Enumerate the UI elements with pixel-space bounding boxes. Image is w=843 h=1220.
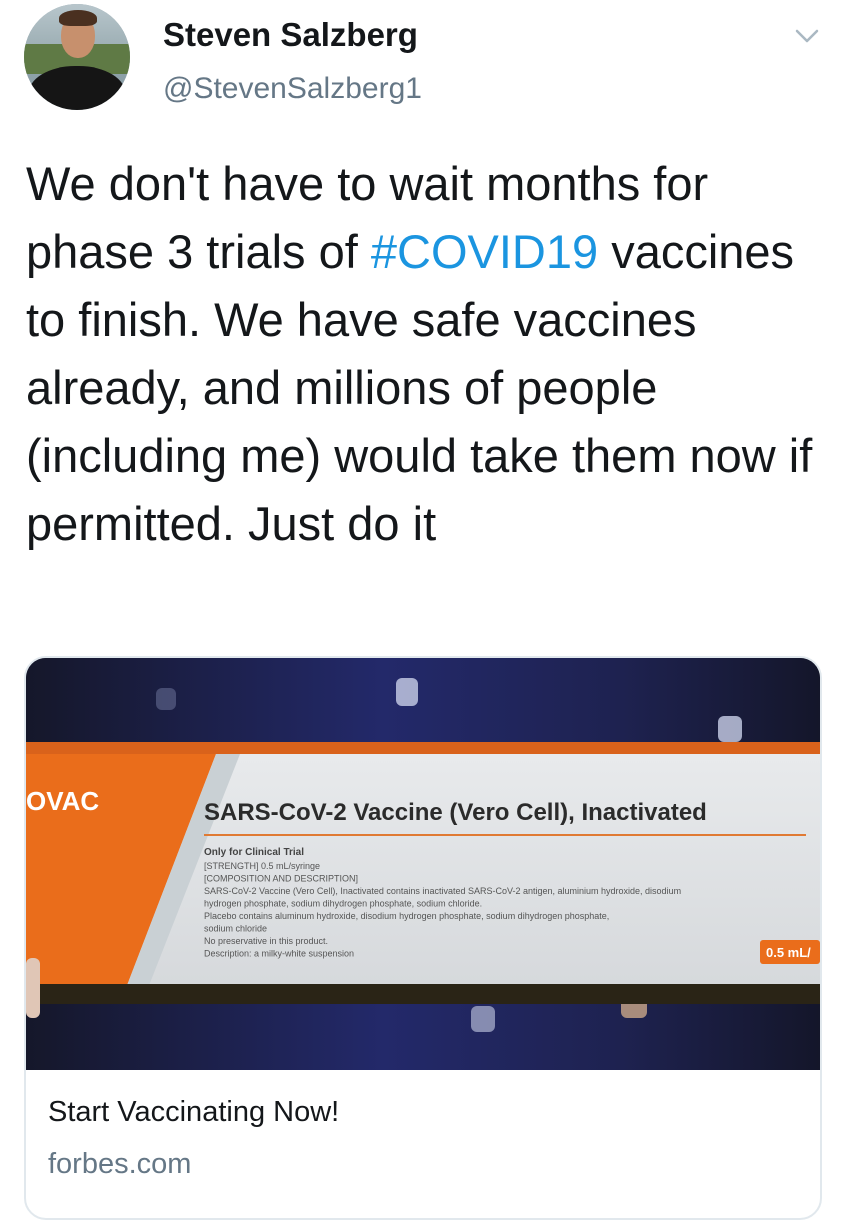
box-brand: OVAC — [26, 786, 99, 816]
box-text-line: SARS-CoV-2 Vaccine (Vero Cell), Inactiva… — [204, 886, 681, 896]
tweet-text: We don't have to wait months for phase 3… — [26, 150, 826, 558]
vaccine-box-photo: OVAC SARS-CoV-2 Vaccine (Vero Cell), Ina… — [26, 658, 820, 1070]
box-text-line: Placebo contains aluminum hydroxide, dis… — [204, 911, 609, 921]
box-text-line: No preservative in this product. — [204, 936, 328, 946]
avatar[interactable] — [24, 4, 130, 110]
box-text-line: hydrogen phosphate, sodium dihydrogen ph… — [204, 899, 482, 909]
card-image: OVAC SARS-CoV-2 Vaccine (Vero Cell), Ina… — [26, 658, 820, 1070]
box-text-line: Description: a milky-white suspension — [204, 949, 354, 959]
link-card[interactable]: OVAC SARS-CoV-2 Vaccine (Vero Cell), Ina… — [24, 656, 822, 1220]
card-domain: forbes.com — [48, 1148, 192, 1180]
box-volume: 0.5 mL/ — [766, 945, 811, 960]
box-text-line: sodium chloride — [204, 924, 267, 934]
box-note: Only for Clinical Trial — [204, 847, 304, 858]
card-title[interactable]: Start Vaccinating Now! — [48, 1096, 339, 1129]
box-product-name: SARS-CoV-2 Vaccine (Vero Cell), Inactiva… — [204, 799, 707, 826]
box-text-line: [COMPOSITION AND DESCRIPTION] — [204, 874, 358, 884]
chevron-down-icon[interactable] — [793, 26, 821, 46]
box-text-line: [STRENGTH] 0.5 mL/syringe — [204, 861, 320, 871]
author-handle[interactable]: @StevenSalzberg1 — [163, 72, 422, 106]
hashtag-link[interactable]: #COVID19 — [371, 225, 598, 278]
author-name[interactable]: Steven Salzberg — [163, 16, 418, 54]
